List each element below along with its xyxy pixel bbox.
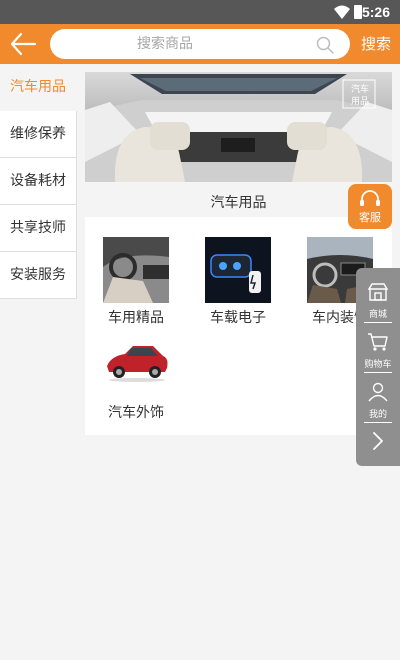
car-charger-photo-icon	[205, 237, 271, 303]
category-sidebar: 汽车用品 维修保养 设备耗材 共享技师 安装服务	[0, 64, 77, 299]
floating-toolbar: 商城 购物车 我的	[356, 268, 400, 466]
battery-icon	[354, 5, 362, 19]
headset-icon	[360, 190, 380, 206]
sidebar-item-car-supplies[interactable]: 汽车用品	[0, 64, 77, 111]
toolbar-cart-label: 购物车	[364, 360, 392, 370]
wifi-icon	[334, 5, 350, 19]
toolbar-divider	[364, 322, 392, 323]
customer-service-label: 客服	[359, 211, 381, 224]
car-interior-banner-image	[85, 72, 392, 182]
subcategory-tile[interactable]: 车载电子	[187, 237, 289, 327]
banner-watermark-line2: 用品	[351, 97, 370, 107]
toolbar-store-button[interactable]: 商城	[356, 282, 400, 320]
customer-service-button[interactable]: 客服	[348, 184, 392, 229]
toolbar-profile-label: 我的	[368, 410, 387, 420]
search-button[interactable]: 搜索	[358, 24, 394, 64]
toolbar-profile-button[interactable]: 我的	[356, 382, 400, 420]
header-bar: 搜索商品 搜索	[0, 24, 400, 64]
sidebar-item-installation[interactable]: 安装服务	[0, 252, 77, 299]
category-title: 汽车用品	[210, 195, 267, 211]
cart-icon	[368, 333, 388, 351]
status-bar: 5:26	[0, 0, 400, 24]
toolbar-store-label: 商城	[368, 310, 387, 320]
subcategory-label: 车用精品	[108, 310, 164, 326]
sidebar-item-maintenance[interactable]: 维修保养	[0, 111, 77, 158]
search-placeholder: 搜索商品	[137, 36, 193, 52]
subcategory-tile[interactable]: 车用精品	[85, 237, 187, 327]
subcategory-label: 车载电子	[210, 310, 266, 326]
back-arrow-icon[interactable]	[8, 30, 38, 58]
sidebar-item-technician[interactable]: 共享技师	[0, 205, 77, 252]
toolbar-cart-button[interactable]: 购物车	[356, 332, 400, 370]
store-icon	[367, 283, 389, 301]
search-icon[interactable]	[316, 36, 334, 54]
red-car-photo-icon	[103, 332, 169, 398]
subcategory-grid: 车用精品 车载电子 车内装饰 汽车外饰	[85, 217, 392, 435]
user-icon	[368, 382, 388, 402]
status-time: 5:26	[361, 4, 390, 20]
toolbar-divider	[364, 372, 392, 373]
car-interior-photo-icon	[103, 237, 169, 303]
subcategory-label: 汽车外饰	[108, 405, 164, 421]
category-banner[interactable]: 汽车 用品	[85, 72, 392, 182]
toolbar-divider	[364, 422, 392, 423]
toolbar-expand-button[interactable]	[356, 430, 400, 456]
chevron-right-icon	[373, 432, 383, 450]
search-input[interactable]: 搜索商品	[50, 29, 350, 59]
sidebar-item-equipment[interactable]: 设备耗材	[0, 158, 77, 205]
subcategory-tile[interactable]: 汽车外饰	[85, 332, 187, 422]
